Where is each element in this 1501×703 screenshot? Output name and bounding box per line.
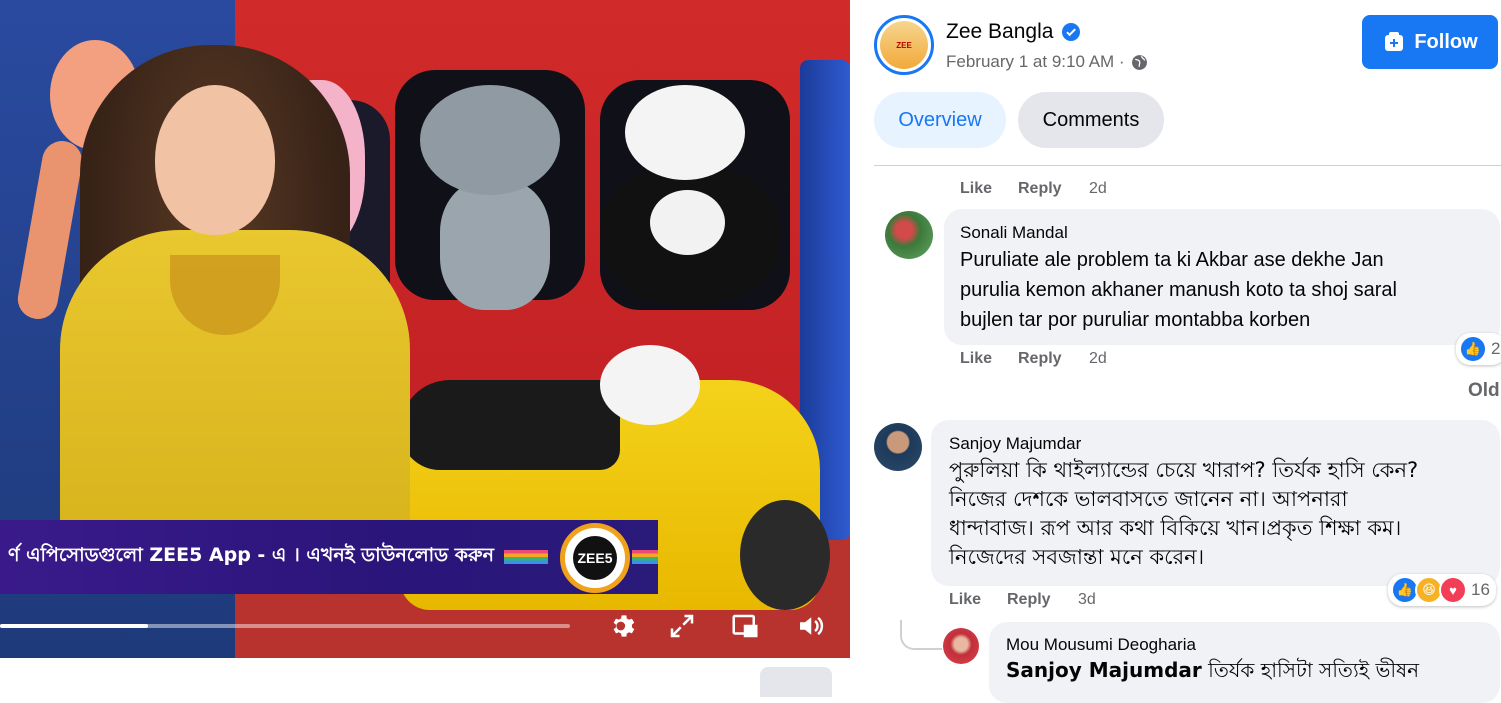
video-player[interactable]: র্ণ এপিসোডগুলো ZEE5 App - এ । এখনই ডাউনল… bbox=[0, 0, 850, 658]
avatar[interactable] bbox=[874, 423, 922, 471]
comment-text-line: ধান্দাবাজ। রূপ আর কথা বিকিয়ে খান।প্রকৃত… bbox=[949, 516, 1402, 540]
avatar[interactable] bbox=[885, 211, 933, 259]
comment-time[interactable]: 3d bbox=[1078, 591, 1096, 609]
page-name[interactable]: Zee Bangla bbox=[946, 20, 1081, 44]
add-page-icon bbox=[1385, 32, 1404, 51]
comment-text: Puruliate ale problem ta ki Akbar ase de… bbox=[960, 245, 1397, 335]
comment-text-line: নিজেদের সবজান্তা মনে করেন। bbox=[949, 545, 1205, 569]
comment-text-line: নিজের দেশকে ভালবাসতে জানেন না। আপনারা bbox=[949, 487, 1348, 511]
promo-banner-text: র্ণ এপিসোডগুলো ZEE5 App - এ । এখনই ডাউনল… bbox=[8, 544, 494, 566]
toy-car-wheel bbox=[740, 500, 830, 610]
panda-toy-head bbox=[625, 85, 745, 180]
reaction-count[interactable]: 👍 😆 ♥ 16 bbox=[1388, 574, 1496, 606]
reaction-count-text: 2 bbox=[1491, 339, 1501, 358]
comment-text: Sanjoy Majumdar তির্যক হাসিটা সত্যিই ভীষ… bbox=[1006, 656, 1419, 685]
reaction-count[interactable]: 👍 2 bbox=[1456, 333, 1501, 365]
follow-button[interactable]: Follow bbox=[1362, 15, 1498, 69]
banner-stripes bbox=[632, 550, 658, 564]
video-progress-bar[interactable] bbox=[0, 624, 570, 628]
like-action[interactable]: Like bbox=[960, 180, 992, 198]
cat-toy-head bbox=[420, 85, 560, 195]
panda-in-car bbox=[600, 345, 700, 425]
fullscreen-icon[interactable] bbox=[664, 608, 700, 644]
toy-car-window bbox=[400, 380, 620, 470]
divider bbox=[874, 165, 1501, 166]
like-action[interactable]: Like bbox=[949, 591, 981, 609]
video-progress-fill bbox=[0, 624, 149, 628]
tab-overview[interactable]: Overview bbox=[874, 92, 1006, 148]
zee-bangla-logo: ZEE bbox=[880, 21, 928, 69]
comment-text: পুরুলিয়া কি থাইল্যান্ডের চেয়ে খারাপ? ত… bbox=[949, 456, 1418, 572]
reply-thread-line bbox=[900, 620, 942, 650]
older-comments-link[interactable]: Old bbox=[1468, 380, 1500, 402]
like-reaction-icon: 👍 bbox=[1459, 335, 1487, 363]
reply-action[interactable]: Reply bbox=[1007, 591, 1051, 609]
avatar[interactable] bbox=[943, 628, 979, 664]
banner-stripes bbox=[503, 550, 548, 564]
reply-action[interactable]: Reply bbox=[1018, 350, 1062, 368]
video-toolbar-button[interactable] bbox=[760, 667, 832, 697]
zee5-logo-text: ZEE5 bbox=[573, 536, 617, 580]
reaction-count-text: 16 bbox=[1471, 580, 1490, 599]
comment-text-line: পুরুলিয়া কি থাইল্যান্ডের চেয়ে খারাপ? ত… bbox=[949, 458, 1419, 482]
comment-text-body: তির্যক হাসিটা সত্যিই ভীষন bbox=[1201, 658, 1420, 682]
comment-author[interactable]: Sanjoy Majumdar bbox=[949, 434, 1081, 454]
love-reaction-icon: ♥ bbox=[1439, 576, 1467, 604]
like-action[interactable]: Like bbox=[960, 350, 992, 368]
post-date[interactable]: February 1 at 9:10 AM · bbox=[946, 52, 1125, 72]
comment-time[interactable]: 2d bbox=[1089, 180, 1107, 198]
comment-author[interactable]: Sonali Mandal bbox=[960, 223, 1068, 243]
post-timestamp[interactable]: February 1 at 9:10 AM · bbox=[946, 52, 1148, 72]
comment-text-line: Puruliate ale problem ta ki Akbar ase de… bbox=[960, 249, 1384, 271]
tab-comments[interactable]: Comments bbox=[1018, 92, 1164, 148]
picture-in-picture-icon[interactable] bbox=[727, 608, 763, 644]
settings-gear-icon[interactable] bbox=[606, 608, 642, 644]
page-name-text[interactable]: Zee Bangla bbox=[946, 20, 1053, 44]
zee5-logo: ZEE5 bbox=[560, 523, 630, 593]
verified-badge-icon bbox=[1062, 23, 1081, 41]
page-avatar[interactable]: ZEE bbox=[874, 15, 934, 75]
comment-author[interactable]: Mou Mousumi Deogharia bbox=[1006, 635, 1196, 655]
baby-panda-toy bbox=[650, 190, 725, 255]
reply-action[interactable]: Reply bbox=[1018, 180, 1062, 198]
volume-icon[interactable] bbox=[792, 608, 828, 644]
comment-text-line: purulia kemon akhaner manush koto ta sho… bbox=[960, 279, 1397, 301]
globe-icon bbox=[1131, 54, 1147, 70]
tab-comments-label: Comments bbox=[1042, 108, 1140, 131]
tab-overview-label: Overview bbox=[898, 108, 982, 131]
host-face bbox=[155, 85, 275, 235]
comment-text-line: bujlen tar por puruliar montabba korben bbox=[960, 309, 1311, 331]
cat-toy bbox=[440, 180, 550, 310]
mention-link[interactable]: Sanjoy Majumdar bbox=[1006, 658, 1202, 682]
comment-time[interactable]: 2d bbox=[1089, 350, 1107, 368]
follow-label: Follow bbox=[1414, 30, 1478, 53]
